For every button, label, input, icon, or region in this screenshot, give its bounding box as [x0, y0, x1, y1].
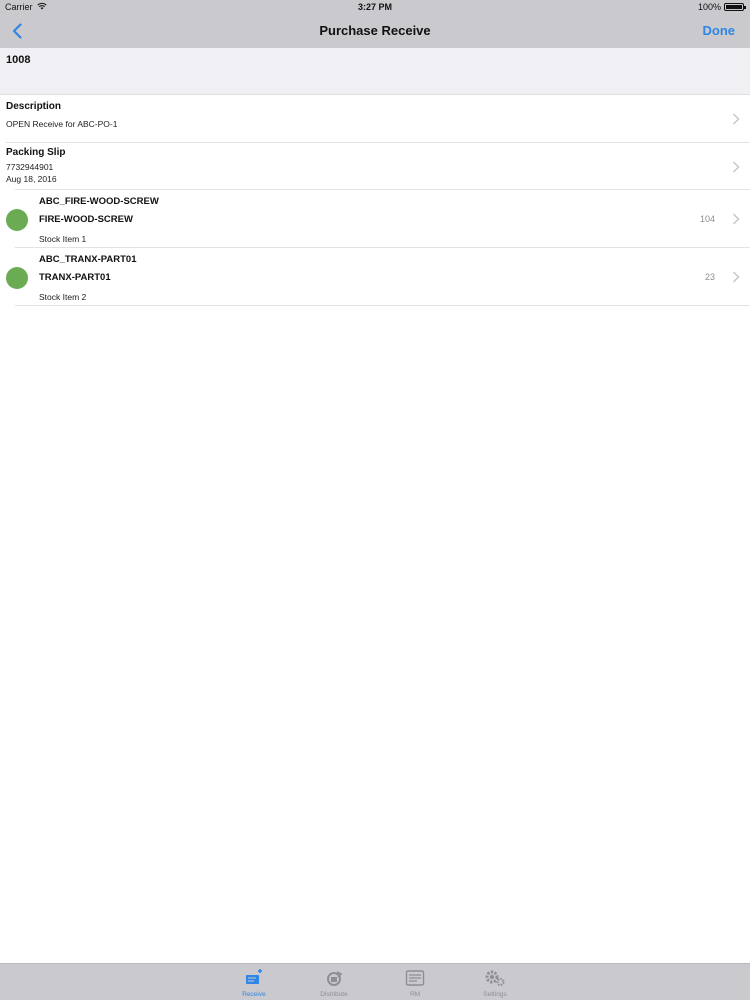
item-code: ABC_FIRE-WOOD-SCREW — [39, 196, 159, 207]
status-indicator — [6, 267, 28, 289]
battery-info: 100% — [697, 2, 746, 12]
tab-settings-label: Settings — [483, 991, 507, 998]
packing-slip-label: Packing Slip — [6, 147, 66, 158]
status-indicator — [6, 209, 28, 231]
chevron-right-icon — [732, 213, 740, 225]
page-title: Purchase Receive — [319, 23, 431, 38]
done-button[interactable]: Done — [703, 23, 736, 38]
tab-receive-label: Receive — [242, 991, 266, 998]
receive-header: 1008 — [0, 48, 750, 95]
app-screen: Carrier 3:27 PM 100% Purchase Receive Do… — [0, 0, 750, 1000]
navigation-bar: Purchase Receive Done — [0, 14, 750, 48]
description-row[interactable]: Description OPEN Receive for ABC-PO-1 — [0, 95, 750, 143]
tab-settings[interactable]: Settings — [455, 964, 535, 1000]
item-quantity: 23 — [704, 272, 715, 282]
status-bar: Carrier 3:27 PM 100% — [0, 0, 750, 14]
packing-slip-date: Aug 18, 2016 — [6, 174, 57, 184]
item-description: Stock Item 1 — [39, 234, 87, 244]
distribute-icon — [323, 968, 345, 988]
stock-item-row[interactable]: ABC_TRANX-PART01 TRANX-PART01 Stock Item… — [0, 248, 750, 306]
battery-icon — [724, 3, 746, 11]
tab-receive[interactable]: Receive — [214, 964, 294, 1000]
clock: 3:27 PM — [357, 2, 392, 12]
packing-slip-number: 7732944901 — [6, 162, 54, 172]
item-quantity: 104 — [699, 214, 715, 224]
settings-gears-icon — [484, 968, 506, 988]
tab-distribute[interactable]: Distribute — [294, 964, 374, 1000]
description-value: OPEN Receive for ABC-PO-1 — [6, 119, 118, 129]
stock-item-row[interactable]: ABC_FIRE-WOOD-SCREW FIRE-WOOD-SCREW Stoc… — [0, 190, 750, 248]
packing-slip-row[interactable]: Packing Slip 7732944901 Aug 18, 2016 — [0, 143, 750, 190]
tab-rm[interactable]: RM — [375, 964, 455, 1000]
receive-detail-list: Description OPEN Receive for ABC-PO-1 Pa… — [0, 95, 750, 306]
chevron-right-icon — [732, 271, 740, 283]
row-divider — [15, 305, 750, 306]
chevron-right-icon — [732, 113, 740, 125]
tab-bar: Receive Distribute RM Settings — [0, 963, 750, 1000]
tab-distribute-label: Distribute — [320, 991, 348, 998]
receive-icon — [243, 968, 265, 988]
description-label: Description — [6, 101, 62, 112]
item-code: ABC_TRANX-PART01 — [39, 254, 137, 265]
rm-icon — [404, 968, 426, 988]
chevron-right-icon — [732, 161, 740, 173]
item-description: Stock Item 2 — [39, 292, 87, 302]
item-name: FIRE-WOOD-SCREW — [39, 214, 133, 225]
battery-percent: 100% — [697, 2, 721, 12]
receive-id: 1008 — [6, 54, 31, 66]
item-name: TRANX-PART01 — [39, 272, 111, 283]
tab-rm-label: RM — [409, 991, 421, 998]
